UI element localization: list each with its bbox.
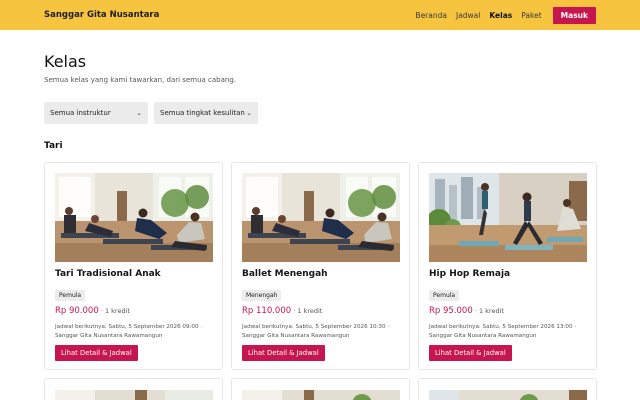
class-name: Ballet Menengah: [242, 269, 328, 279]
class-card-partial: [231, 378, 410, 400]
price-row: Rp 95.000 · 1 kredit: [429, 306, 504, 316]
class-card-partial: [44, 378, 223, 400]
class-card: Ballet Menengah Menengah Rp 110.000 · 1 …: [231, 162, 410, 370]
class-price: Rp 95.000: [429, 306, 473, 316]
studio-floor-class-photo: [55, 173, 213, 262]
page-title: Kelas: [44, 52, 87, 71]
studio-floor-class-photo: [242, 173, 400, 262]
nav-beranda[interactable]: Beranda: [415, 11, 447, 20]
view-detail-button[interactable]: Lihat Detail & Jadwal: [55, 345, 138, 361]
brand-name[interactable]: Sanggar Gita Nusantara: [44, 10, 159, 20]
chevron-down-icon: ⌄: [136, 109, 142, 117]
nav-kelas[interactable]: Kelas: [489, 11, 512, 20]
class-photo: [55, 173, 213, 262]
page-subtitle: Semua kelas yang kami tawarkan, dari sem…: [44, 76, 236, 84]
class-photo: [242, 173, 400, 262]
level-badge: Pemula: [429, 290, 460, 301]
next-schedule: Jadwal berikutnya: Sabtu, 5 September 20…: [429, 324, 577, 339]
class-price: Rp 110.000: [242, 306, 292, 316]
level-badge: Menengah: [242, 290, 282, 301]
class-card: Hip Hop Remaja Pemula Rp 95.000 · 1 kred…: [418, 162, 597, 370]
class-price: Rp 90.000: [55, 306, 99, 316]
class-card: Tari Tradisional Anak Pemula Rp 90.000 ·…: [44, 162, 223, 370]
class-photo: [429, 173, 587, 262]
level-badge: Pemula: [55, 290, 86, 301]
main-nav: Beranda Jadwal Kelas Paket Masuk: [415, 6, 596, 24]
section-title: Tari: [44, 141, 63, 151]
chevron-down-icon: ⌄: [246, 109, 252, 117]
nav-jadwal[interactable]: Jadwal: [456, 11, 480, 20]
class-name: Hip Hop Remaja: [429, 269, 511, 279]
class-photo-partial: [429, 390, 587, 400]
class-credit: · 1 kredit: [293, 307, 323, 315]
next-schedule: Jadwal berikutnya: Sabtu, 5 September 20…: [242, 324, 390, 339]
class-credit: · 1 kredit: [474, 307, 504, 315]
class-card-partial: [418, 378, 597, 400]
price-row: Rp 90.000 · 1 kredit: [55, 306, 130, 316]
difficulty-filter-select[interactable]: Semua tingkat kesulitan ⌄: [154, 102, 258, 124]
difficulty-filter-value: Semua tingkat kesulitan: [160, 109, 245, 117]
view-detail-button[interactable]: Lihat Detail & Jadwal: [429, 345, 512, 361]
instructor-filter-select[interactable]: Semua instruktur ⌄: [44, 102, 148, 124]
price-row: Rp 110.000 · 1 kredit: [242, 306, 322, 316]
class-name: Tari Tradisional Anak: [55, 269, 161, 279]
nav-paket[interactable]: Paket: [521, 11, 541, 20]
login-button[interactable]: Masuk: [552, 6, 596, 24]
top-navbar: Sanggar Gita Nusantara Beranda Jadwal Ke…: [0, 0, 640, 30]
instructor-filter-value: Semua instruktur: [50, 109, 111, 117]
class-photo-partial: [242, 390, 400, 400]
next-schedule: Jadwal berikutnya: Sabtu, 5 September 20…: [55, 324, 203, 339]
studio-standing-pose-photo: [429, 173, 587, 262]
class-photo-partial: [55, 390, 213, 400]
class-credit: · 1 kredit: [100, 307, 130, 315]
view-detail-button[interactable]: Lihat Detail & Jadwal: [242, 345, 325, 361]
